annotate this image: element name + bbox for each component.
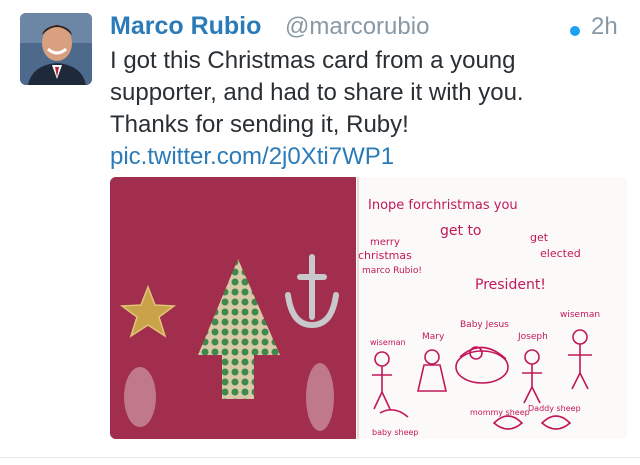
tweet-divider [0,457,640,458]
timestamp[interactable]: 2h [591,13,618,41]
card-label: baby sheep [372,428,419,437]
card-right-panel [356,177,627,439]
tweet[interactable]: Marco Rubio @marcorubio 2h I got this Ch… [0,0,640,465]
tweet-text-line: I got this Christmas card from a young [110,47,516,74]
tweet-text: I got this Christmas card from a young s… [110,45,630,173]
card-text-line: get to [440,223,482,239]
card-text-line: marco Rubio! [362,266,422,276]
avatar[interactable] [20,13,92,85]
card-label: wiseman [560,310,600,320]
media-image[interactable]: Inope forchristmas you get to get electe… [110,177,627,439]
card-label: Baby Jesus [460,320,509,330]
card-label: mommy sheep [470,408,530,417]
card-text-line: Inope forchristmas you [368,198,518,213]
card-label: Daddy sheep [528,404,581,413]
tweet-text-line: Thanks for sending it, Ruby! [110,111,409,138]
card-text-line: elected [540,247,581,260]
card-label: Mary [422,332,445,342]
card-text-line: President! [475,277,546,293]
card-label: Joseph [517,332,548,342]
card-text-line: get [530,231,549,244]
tweet-text-line: supporter, and had to share it with you. [110,79,524,106]
card-label: wiseman [370,338,406,347]
card-text-line: merry [370,237,400,248]
card-text-line: christmas [358,249,412,262]
unread-indicator [570,26,580,36]
user-handle[interactable]: @marcorubio [285,13,429,41]
media-link[interactable]: pic.twitter.com/2j0Xti7WP1 [110,141,630,173]
tweet-header: Marco Rubio @marcorubio 2h [110,10,625,46]
display-name[interactable]: Marco Rubio [110,12,261,41]
avatar-image [20,13,92,85]
christmas-card-image: Inope forchristmas you get to get electe… [110,177,627,439]
